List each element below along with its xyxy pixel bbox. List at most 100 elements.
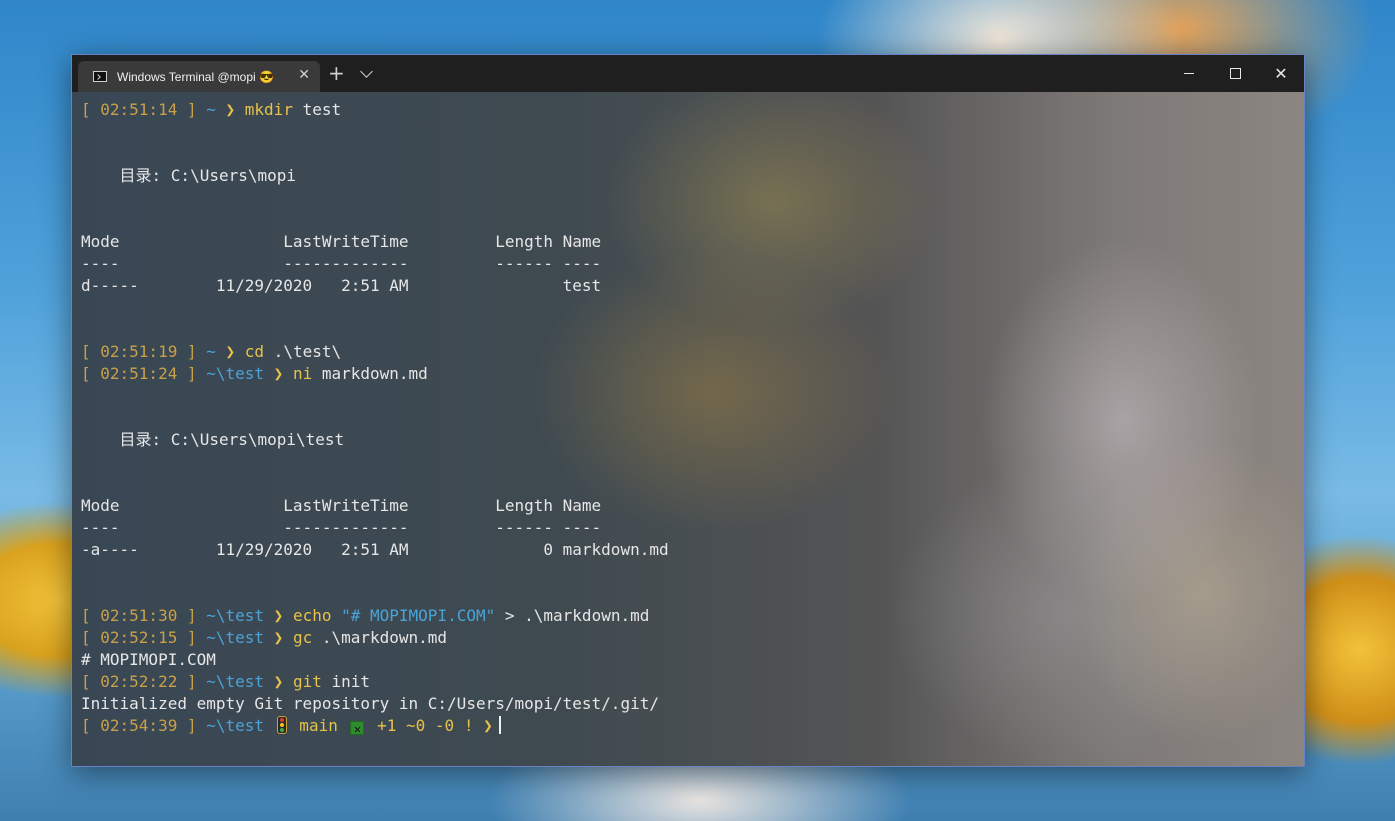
maximize-icon (1229, 68, 1241, 79)
terminal-line: ---- ------------- ------ ---- (81, 517, 669, 539)
terminal-line: Initialized empty Git repository in C:/U… (81, 693, 669, 715)
output-text: # MOPIMOPI.COM (81, 650, 216, 669)
terminal-line: [ 02:51:14 ] ~ ❯ mkdir test (81, 99, 669, 121)
prompt-path: ~ (206, 100, 216, 119)
prompt-bracket-open: [ (81, 100, 101, 119)
prompt-bracket-close: ] (177, 342, 207, 361)
prompt-arrow-icon: ❯ (473, 716, 493, 735)
output-text: 目录: C:\Users\mopi\test (81, 430, 345, 449)
git-branch: main (289, 716, 338, 735)
prompt-time: 02:52:22 (100, 672, 178, 691)
terminal-window: Windows Terminal @mopi 😎 ✕ + ✕ [ 02:51:1… (71, 54, 1305, 767)
prompt-bracket-open: [ (81, 716, 101, 735)
prompt-time: 02:51:14 (100, 100, 178, 119)
command-args: test (292, 100, 342, 119)
prompt-arrow-icon: ❯ (264, 606, 293, 625)
prompt-bracket-close: ] (177, 628, 207, 647)
minimize-button[interactable] (1166, 55, 1212, 92)
chevron-down-icon[interactable] (360, 65, 373, 78)
prompt-bracket-open: [ (81, 672, 101, 691)
prompt-time: 02:51:24 (100, 364, 178, 383)
output-text: Mode LastWriteTime Length Name (81, 232, 602, 251)
close-tab-icon[interactable]: ✕ (298, 67, 310, 83)
terminal-line: [ 02:51:30 ] ~\test ❯ echo "# MOPIMOPI.C… (81, 605, 669, 627)
title-bar[interactable]: Windows Terminal @mopi 😎 ✕ + ✕ (72, 55, 1304, 92)
text-cursor (498, 716, 501, 734)
command-args: .\test\ (264, 342, 342, 361)
prompt-bracket-open: [ (81, 364, 101, 383)
command-args: > .\markdown.md (495, 606, 650, 625)
terminal-line: [ 02:51:24 ] ~\test ❯ ni markdown.md (81, 363, 669, 385)
output-text: d----- 11/29/2020 2:51 AM test (81, 276, 602, 295)
prompt-time: 02:54:39 (100, 716, 178, 735)
prompt-bracket-open: [ (81, 342, 101, 361)
prompt-bracket-close: ] (177, 364, 207, 383)
terminal-output[interactable]: [ 02:51:14 ] ~ ❯ mkdir test 目录: C:\Users… (72, 92, 1304, 766)
maximize-button[interactable] (1212, 55, 1258, 92)
prompt-time: 02:51:19 (100, 342, 178, 361)
command-args: markdown.md (312, 364, 428, 383)
terminal-line: 目录: C:\Users\mopi\test (81, 429, 669, 451)
terminal-lines: [ 02:51:14 ] ~ ❯ mkdir test 目录: C:\Users… (81, 99, 669, 737)
prompt-path: ~\test (206, 628, 265, 647)
terminal-line: [ 02:52:15 ] ~\test ❯ gc .\markdown.md (81, 627, 669, 649)
terminal-icon (93, 71, 107, 82)
terminal-line: [ 02:54:39 ] ~\test main ✕ +1 ~0 -0 ! ❯ (81, 715, 669, 737)
prompt-path: ~\test (206, 606, 265, 625)
prompt-time: 02:52:15 (100, 628, 178, 647)
git-status: +1 ~0 -0 ! (367, 716, 474, 735)
terminal-line: # MOPIMOPI.COM (81, 649, 669, 671)
prompt-arrow-icon: ❯ (215, 342, 245, 361)
prompt-arrow-icon: ❯ (215, 100, 245, 119)
output-text: ---- ------------- ------ ---- (81, 518, 602, 537)
command-string: "# MOPIMOPI.COM" (341, 606, 496, 625)
output-text: Mode LastWriteTime Length Name (81, 496, 602, 515)
close-window-button[interactable]: ✕ (1258, 55, 1304, 92)
prompt-bracket-close: ] (177, 606, 207, 625)
git-status-icon: ✕ (350, 721, 365, 736)
output-text: ---- ------------- ------ ---- (81, 254, 602, 273)
prompt-arrow-icon: ❯ (264, 628, 293, 647)
command-args: .\markdown.md (312, 628, 448, 647)
traffic-light-icon (276, 716, 287, 734)
command-name: ni (292, 364, 313, 383)
prompt-bracket-close: ] (177, 672, 207, 691)
tab-title: Windows Terminal @mopi 😎 (117, 69, 274, 84)
tab-windows-terminal[interactable]: Windows Terminal @mopi 😎 ✕ (78, 61, 320, 92)
command-name: mkdir (244, 100, 293, 119)
output-text: 目录: C:\Users\mopi (81, 166, 297, 185)
output-text: -a---- 11/29/2020 2:51 AM 0 markdown.md (81, 540, 669, 559)
terminal-line: ---- ------------- ------ ---- (81, 253, 669, 275)
prompt-path: ~\test (206, 672, 265, 691)
terminal-line: -a---- 11/29/2020 2:51 AM 0 markdown.md (81, 539, 669, 561)
prompt-arrow-icon: ❯ (264, 672, 293, 691)
prompt-path: ~\test (206, 364, 265, 383)
terminal-line: d----- 11/29/2020 2:51 AM test (81, 275, 669, 297)
prompt-time: 02:51:30 (100, 606, 178, 625)
new-tab-button[interactable]: + (328, 63, 345, 83)
terminal-line: Mode LastWriteTime Length Name (81, 495, 669, 517)
prompt-arrow-icon: ❯ (264, 364, 293, 383)
command-name: git (292, 672, 322, 691)
terminal-line: Mode LastWriteTime Length Name (81, 231, 669, 253)
prompt-path: ~ (206, 342, 216, 361)
terminal-line: 目录: C:\Users\mopi (81, 165, 669, 187)
command-args: init (321, 672, 371, 691)
prompt-path: ~\test (206, 716, 265, 735)
command-name: cd (244, 342, 265, 361)
